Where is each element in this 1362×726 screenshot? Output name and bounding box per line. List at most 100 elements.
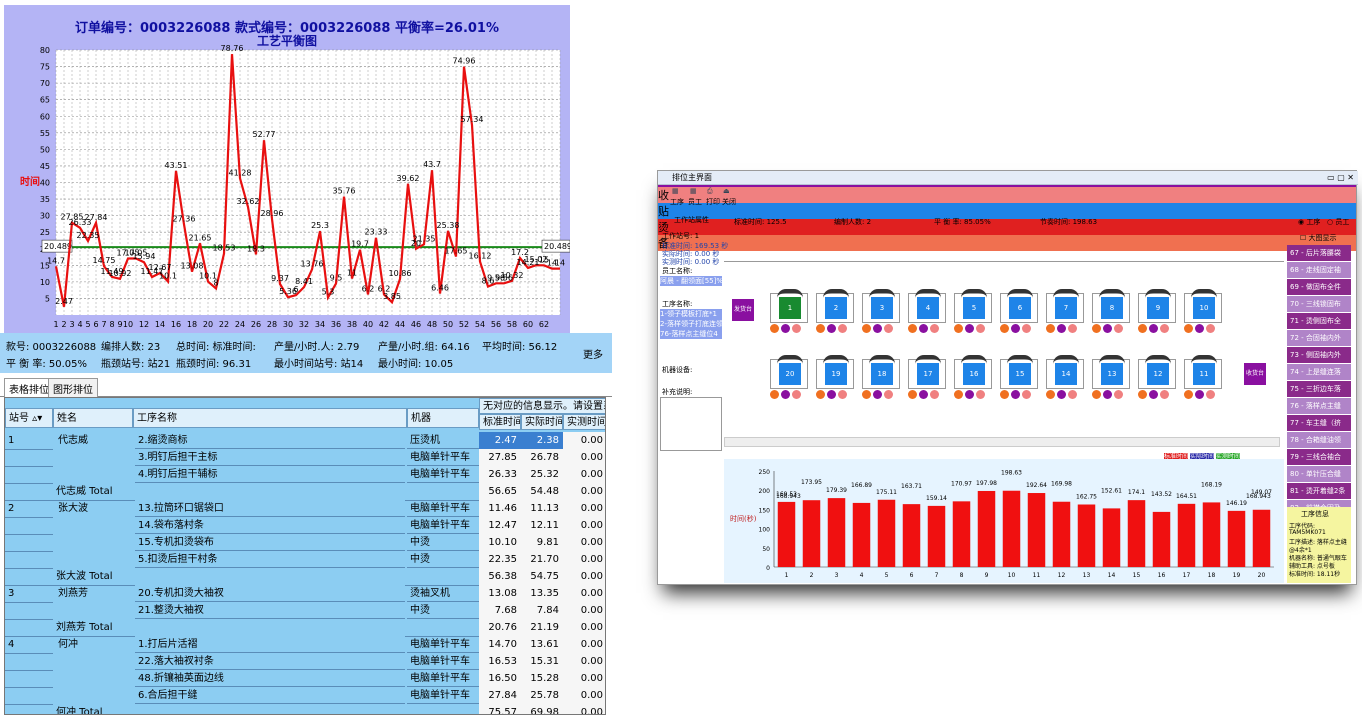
toolbar-print-button[interactable]: 打印 xyxy=(706,197,720,207)
process-cell[interactable]: 21.整烫大袖衩 xyxy=(135,602,405,619)
col-header-std[interactable]: 标准时间 xyxy=(479,414,521,430)
process-cell[interactable]: 13.拉筒环口锯袋口 xyxy=(135,500,405,517)
station[interactable]: 17 xyxy=(908,355,946,399)
remark-textarea[interactable] xyxy=(660,397,722,451)
group-total-label: 何冲 Total xyxy=(53,704,479,714)
col-header-station[interactable]: 站号 ▵▾ xyxy=(5,408,53,428)
station[interactable]: 10 xyxy=(1184,289,1222,333)
station[interactable]: 13 xyxy=(1092,355,1130,399)
row-divider xyxy=(5,483,53,484)
machine-cell: 电脑单针平车 xyxy=(407,670,479,687)
process-cell[interactable]: 6.合后担干缝 xyxy=(135,687,405,704)
info-proc-2[interactable]: 2-落样领子打底连领 xyxy=(660,319,722,329)
toolbar-staff-button[interactable]: 员工 xyxy=(688,197,702,207)
station[interactable]: 14 xyxy=(1046,355,1084,399)
col-header-name[interactable]: 姓名 xyxy=(53,408,133,428)
process-list-item[interactable]: 69 - 做固布全件 xyxy=(1287,279,1351,295)
info-proc-3[interactable]: 76-落样点主缝位4 xyxy=(660,329,722,339)
station-dots xyxy=(862,323,900,333)
station[interactable]: 18 xyxy=(862,355,900,399)
process-cell[interactable]: 22.落大袖衩衬条 xyxy=(135,653,405,670)
tab-graphic-layout[interactable]: 图形排位 xyxy=(48,378,98,397)
process-cell[interactable]: 5.扣烫后担干村条 xyxy=(135,551,405,568)
station-number: 2 xyxy=(825,297,847,319)
process-list-item[interactable]: 77 - 车主缝（挤 xyxy=(1287,415,1351,431)
process-cell[interactable]: 1.打后片活褶 xyxy=(135,636,405,653)
send-station[interactable]: 发货台 xyxy=(732,299,754,321)
print-icon[interactable]: ⎙ xyxy=(707,187,713,196)
color-button[interactable]: 备 xyxy=(658,235,1356,251)
receive-station[interactable]: 收货台 xyxy=(1244,363,1266,385)
process-cell[interactable]: 48.折镶袖英面边线 xyxy=(135,670,405,687)
window-controls-icon[interactable]: ▭ ▢ ✕ xyxy=(1327,171,1354,185)
row-divider xyxy=(5,687,53,688)
color-button[interactable]: 收 xyxy=(658,187,1356,203)
station[interactable]: 9 xyxy=(1138,289,1176,333)
col-header-meas[interactable]: 实测时间 xyxy=(563,414,605,430)
station[interactable]: 16 xyxy=(954,355,992,399)
process-icon[interactable]: ▦ xyxy=(672,187,679,195)
staff-icon[interactable]: ▦ xyxy=(690,187,697,195)
station-number: 7 xyxy=(1055,297,1077,319)
info-emp-value[interactable]: 阿晨 - 翻领面[55]% xyxy=(660,276,722,286)
process-cell[interactable]: 15.专机扣烫袋布 xyxy=(135,534,405,551)
x-tick-label: 12 xyxy=(139,320,149,329)
tab-table-layout[interactable]: 表格排位 xyxy=(4,378,54,397)
station[interactable]: 3 xyxy=(862,289,900,333)
station[interactable]: 12 xyxy=(1138,355,1176,399)
process-cell[interactable]: 14.袋布落村条 xyxy=(135,517,405,534)
big-chart-checkbox[interactable]: ☐ 大图显示 xyxy=(1300,233,1337,243)
radio-process[interactable]: ◉ 工序 xyxy=(1298,217,1320,227)
std-time-cell: 16.50 xyxy=(479,670,521,688)
process-list-item[interactable]: 75 - 三折边车落 xyxy=(1287,381,1351,397)
station[interactable]: 5 xyxy=(954,289,992,333)
process-cell[interactable]: 4.明钉后担干辅标 xyxy=(135,466,405,483)
station[interactable]: 2 xyxy=(816,289,854,333)
process-list-item[interactable]: 76 - 落样点主缝 xyxy=(1287,398,1351,414)
col-header-act[interactable]: 实际时间 xyxy=(521,414,563,430)
station[interactable]: 1 xyxy=(770,289,808,333)
more-button[interactable]: 更多 xyxy=(583,346,603,361)
close-icon[interactable]: ⏏ xyxy=(723,187,730,195)
toolbar-close-button[interactable]: 关闭 xyxy=(722,197,736,207)
station[interactable]: 19 xyxy=(816,355,854,399)
station[interactable]: 4 xyxy=(908,289,946,333)
process-list-item[interactable]: 70 - 三线锁固布 xyxy=(1287,296,1351,312)
process-cell[interactable]: 20.专机扣烫大袖衩 xyxy=(135,585,405,602)
station[interactable]: 11 xyxy=(1184,355,1222,399)
station[interactable]: 6 xyxy=(1000,289,1038,333)
process-list-item[interactable]: 78 - 合箱缝油领 xyxy=(1287,432,1351,448)
std-time-cell: 22.35 xyxy=(479,551,521,569)
radio-staff[interactable]: ○ 员工 xyxy=(1327,217,1349,227)
toolbar-process-button[interactable]: 工序 xyxy=(670,197,684,207)
process-cell[interactable]: 3.明钉后担干主标 xyxy=(135,449,405,466)
machine-cell: 电脑单针平车 xyxy=(407,449,479,466)
station-dot-icon xyxy=(1160,324,1169,333)
station[interactable]: 15 xyxy=(1000,355,1038,399)
line-chart-svg: 5101520253035404550556065707580123456789… xyxy=(20,44,570,329)
process-list-item[interactable]: 74 - 上是缝连落 xyxy=(1287,364,1351,380)
process-list-item[interactable]: 67 - 后片落腰袋 xyxy=(1287,245,1351,261)
station[interactable]: 7 xyxy=(1046,289,1084,333)
info-proc-1[interactable]: 1-领子模板打底*1 xyxy=(660,309,722,319)
col-header-machine[interactable]: 机器 xyxy=(407,408,479,428)
horizontal-scrollbar[interactable] xyxy=(724,437,1280,447)
process-list-item[interactable]: 81 - 烫开着缝2条 xyxy=(1287,483,1351,499)
process-list-item[interactable]: 79 - 三线合袖合 xyxy=(1287,449,1351,465)
process-list-item[interactable]: 73 - 侧固袖内外 xyxy=(1287,347,1351,363)
station[interactable]: 20 xyxy=(770,355,808,399)
summary-bar: 款号: 0003226088 编排人数: 23 总时间: 标准时间: 产量/小时… xyxy=(0,333,612,373)
station[interactable]: 8 xyxy=(1092,289,1130,333)
station-number: 11 xyxy=(1193,363,1215,385)
data-label: 27.84 xyxy=(85,213,108,222)
process-list-item[interactable]: 72 - 合固袖内外 xyxy=(1287,330,1351,346)
process-cell[interactable]: 2.缩烫商标 xyxy=(135,432,405,449)
station-dot-icon xyxy=(954,390,963,399)
station-number: 10 xyxy=(1193,297,1215,319)
data-label: 13.08 xyxy=(181,262,204,271)
process-list-item[interactable]: 80 - 单针压合缝 xyxy=(1287,466,1351,482)
process-list-item[interactable]: 68 - 走线固定袖 xyxy=(1287,262,1351,278)
process-list-item[interactable]: 71 - 烫侧固布全 xyxy=(1287,313,1351,329)
station-dot-icon xyxy=(1057,324,1066,333)
col-header-process[interactable]: 工序名称 xyxy=(133,408,407,428)
